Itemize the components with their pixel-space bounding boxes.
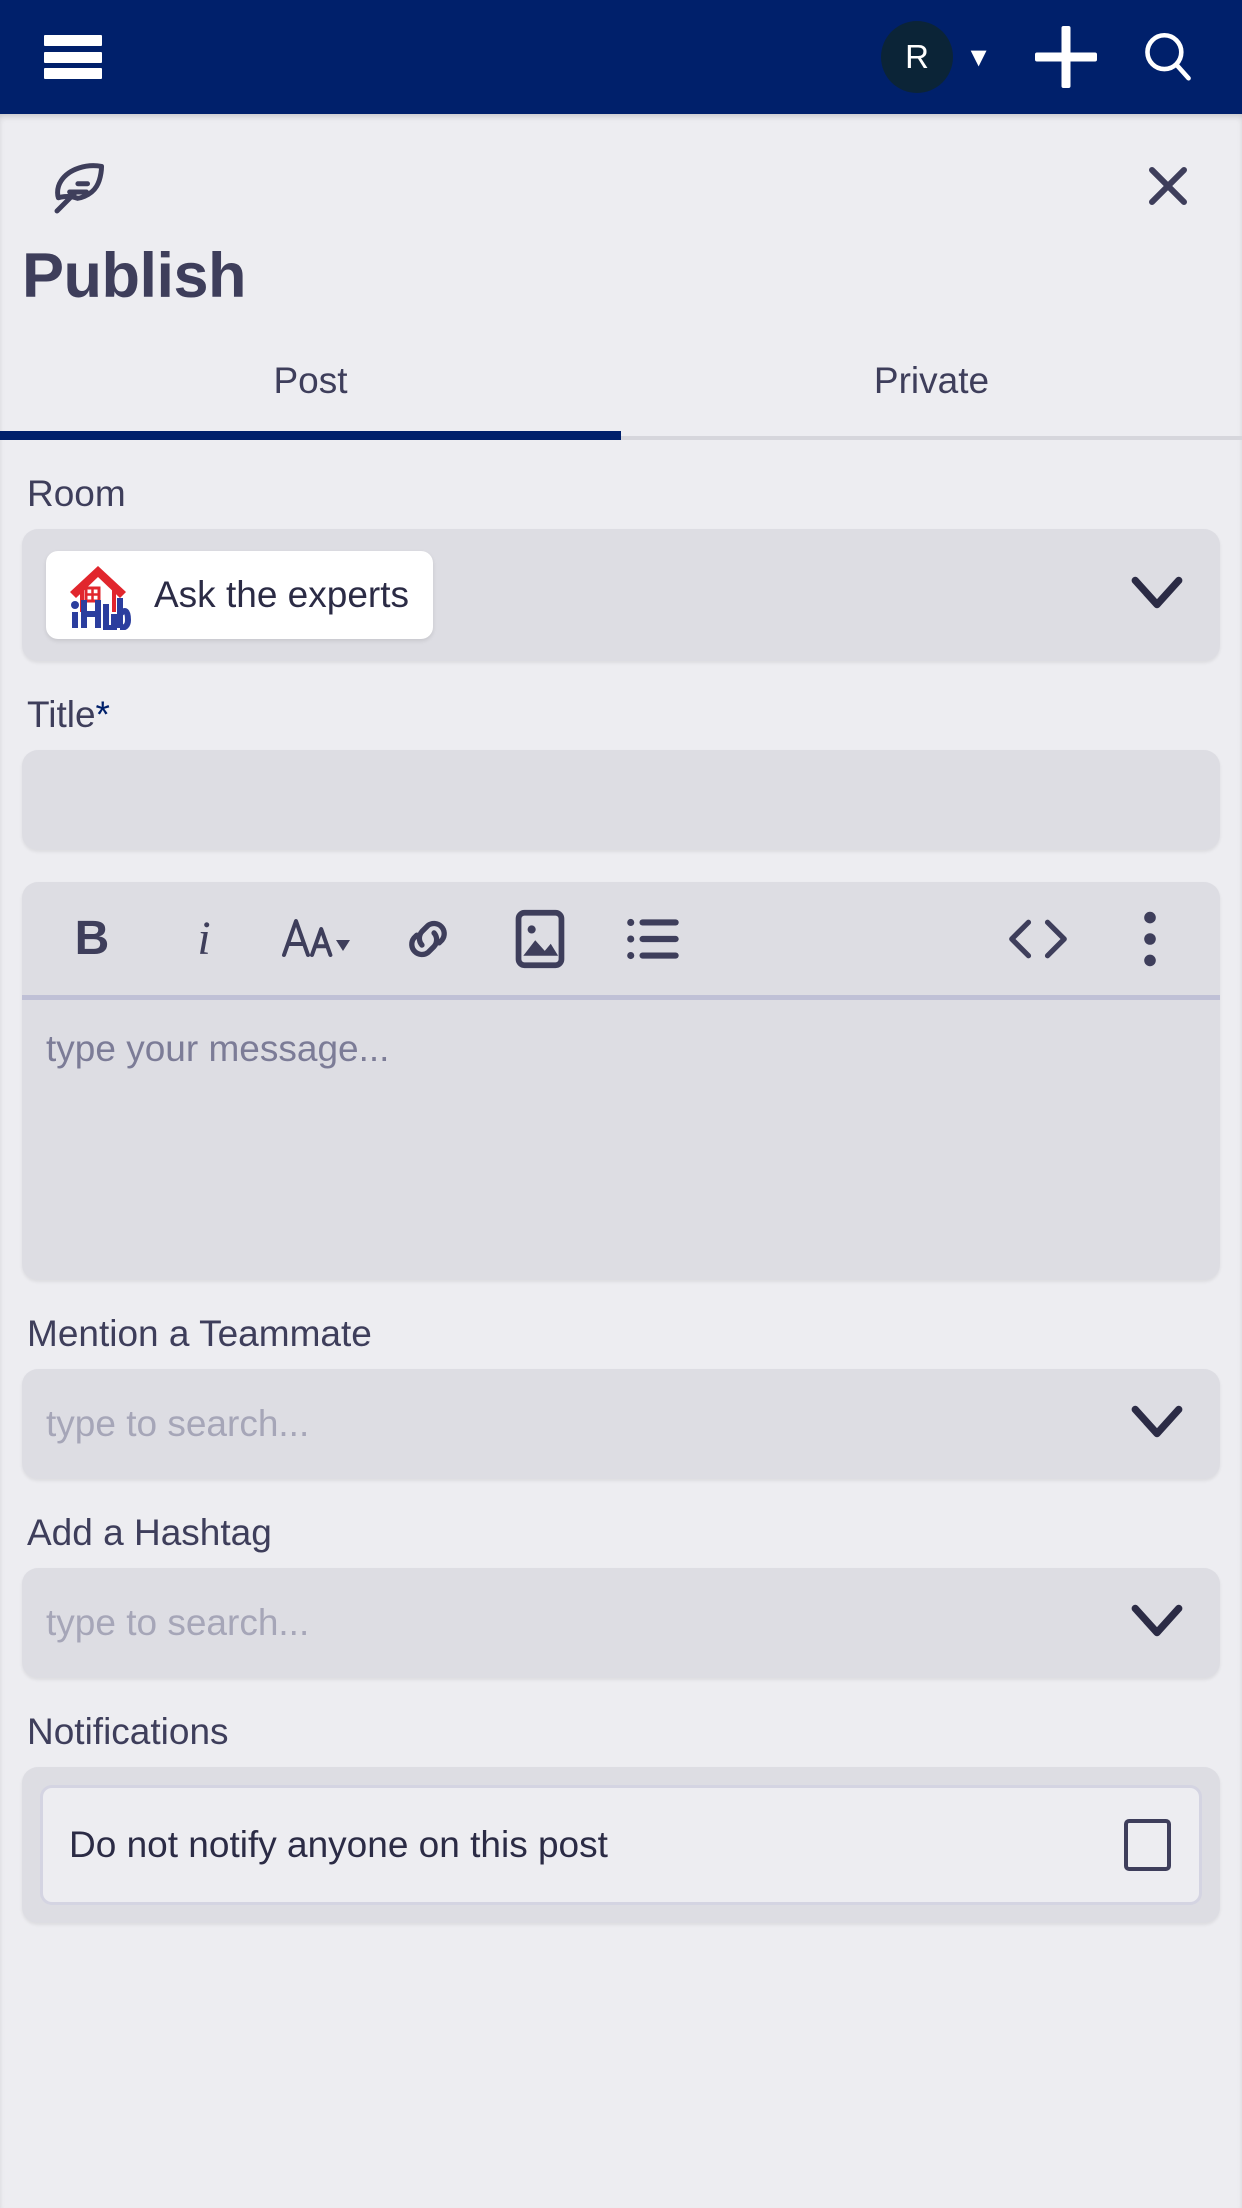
- title-label-text: Title: [27, 694, 96, 735]
- room-chip[interactable]: Ask the experts: [46, 551, 434, 639]
- do-not-notify-checkbox[interactable]: [1124, 1819, 1171, 1871]
- code-icon[interactable]: [996, 897, 1080, 981]
- font-size-icon[interactable]: [274, 897, 358, 981]
- page-title: Publish: [22, 241, 247, 311]
- app-bar: R ▼: [0, 0, 1242, 114]
- link-icon[interactable]: [386, 897, 470, 981]
- message-input[interactable]: type your message...: [22, 1000, 1220, 1280]
- room-chip-label: Ask the experts: [154, 574, 410, 615]
- required-indicator: *: [95, 694, 110, 735]
- hashtag-placeholder: type to search...: [46, 1602, 310, 1643]
- title-label: Title*: [27, 694, 1220, 736]
- mention-select[interactable]: type to search...: [22, 1369, 1220, 1479]
- tab-private[interactable]: Private: [621, 348, 1242, 436]
- notification-option-label: Do not notify anyone on this post: [69, 1824, 608, 1865]
- search-icon: [1145, 32, 1191, 81]
- chevron-down-icon: [1128, 573, 1186, 618]
- search-button[interactable]: [1130, 19, 1206, 95]
- message-placeholder: type your message...: [46, 1028, 390, 1069]
- room-select[interactable]: Ask the experts: [22, 529, 1220, 661]
- notifications-card: Do not notify anyone on this post: [22, 1767, 1220, 1923]
- notification-option-row[interactable]: Do not notify anyone on this post: [40, 1785, 1202, 1905]
- publish-sheet: Publish Post Private Room Ask the expert…: [0, 114, 1242, 2208]
- add-button[interactable]: [1028, 19, 1104, 95]
- hamburger-bar: [44, 51, 102, 63]
- room-label: Room: [27, 473, 126, 514]
- avatar-menu-button[interactable]: R ▼: [881, 21, 992, 93]
- hamburger-bar: [44, 35, 102, 46]
- close-button[interactable]: [1138, 156, 1198, 216]
- bold-icon[interactable]: B: [50, 897, 134, 981]
- avatar: R: [881, 21, 954, 93]
- app-bar-actions: R ▼: [881, 19, 1206, 95]
- editor-toolbar: B i: [22, 882, 1220, 1000]
- more-options-icon[interactable]: [1108, 897, 1192, 981]
- image-icon[interactable]: [498, 897, 582, 981]
- hamburger-menu-icon[interactable]: [44, 35, 102, 79]
- bullet-list-icon[interactable]: [610, 897, 694, 981]
- italic-icon[interactable]: i: [162, 897, 246, 981]
- rich-text-editor: B i type your message...: [22, 882, 1220, 1280]
- close-x-icon: [1149, 167, 1187, 205]
- notifications-label: Notifications: [27, 1711, 229, 1752]
- mention-label: Mention a Teammate: [27, 1313, 372, 1354]
- sheet-header: [0, 114, 1242, 222]
- chevron-down-icon: ▼: [965, 41, 992, 72]
- tab-post[interactable]: Post: [0, 348, 621, 440]
- publish-form: Room Ask the experts Title* B i type you…: [0, 473, 1242, 1923]
- feather-quill-icon: [54, 163, 105, 214]
- chevron-down-icon: [1128, 1402, 1186, 1447]
- hashtag-label: Add a Hashtag: [27, 1512, 272, 1553]
- hamburger-bar: [44, 68, 102, 79]
- tab-bar: Post Private: [0, 348, 1242, 440]
- hashtag-select[interactable]: type to search...: [22, 1568, 1220, 1678]
- mention-placeholder: type to search...: [46, 1403, 310, 1444]
- chevron-down-icon: [1128, 1601, 1186, 1646]
- ihub-house-logo: [70, 566, 132, 630]
- title-input[interactable]: [22, 750, 1220, 850]
